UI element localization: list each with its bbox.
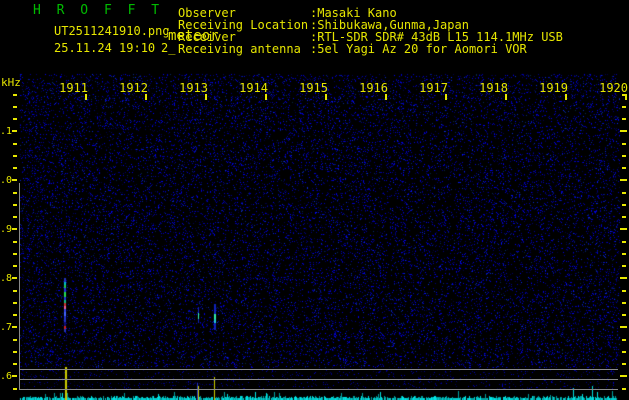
time-label: 1915 bbox=[299, 81, 328, 95]
freq-tick-right bbox=[622, 290, 626, 292]
freq-tick-left bbox=[12, 375, 17, 377]
freq-tick-left bbox=[13, 363, 17, 365]
time-label: 1912 bbox=[119, 81, 148, 95]
freq-tick-left bbox=[13, 192, 17, 194]
time-label: 1913 bbox=[179, 81, 208, 95]
freq-label: 0.7 bbox=[0, 322, 12, 333]
freq-tick-left bbox=[13, 118, 17, 120]
freq-tick-right bbox=[622, 192, 626, 194]
freq-tick-right bbox=[622, 265, 626, 267]
field-receiver: Receiver :RTL-SDR SDR# 43dB L15 114.1MHz… bbox=[0, 30, 629, 44]
freq-label: 0.6 bbox=[0, 371, 12, 382]
field-receiving-antenna-value: :5el Yagi Az 20 for Aomori VOR bbox=[310, 42, 527, 56]
freq-tick-right bbox=[620, 228, 627, 230]
freq-tick-left bbox=[13, 155, 17, 157]
freq-tick-left bbox=[13, 314, 17, 316]
freq-tick-right bbox=[622, 155, 626, 157]
time-label: 1916 bbox=[359, 81, 388, 95]
freq-tick-right bbox=[622, 302, 626, 304]
freq-tick-right bbox=[622, 106, 626, 108]
freq-tick-right bbox=[622, 363, 626, 365]
freq-tick-left bbox=[13, 241, 17, 243]
freq-label: 1.1 bbox=[0, 126, 12, 137]
freq-tick-left bbox=[13, 106, 17, 108]
strip-line-bottom bbox=[19, 389, 618, 390]
freq-tick-left bbox=[13, 204, 17, 206]
freq-tick-left bbox=[12, 277, 17, 279]
field-receiving-location: Receiving Location :Shibukawa,Gunma,Japa… bbox=[0, 18, 629, 32]
freq-label: 0.9 bbox=[0, 224, 12, 235]
strip-line-middle bbox=[19, 379, 618, 380]
freq-tick-right bbox=[622, 241, 626, 243]
freq-tick-right bbox=[622, 388, 626, 390]
freq-tick-left bbox=[13, 253, 17, 255]
freq-tick-left bbox=[13, 339, 17, 341]
freq-tick-right bbox=[622, 351, 626, 353]
time-label: 1918 bbox=[479, 81, 508, 95]
freq-tick-right bbox=[620, 179, 627, 181]
freq-tick-right bbox=[622, 339, 626, 341]
time-label: 1911 bbox=[59, 81, 88, 95]
freq-tick-left bbox=[13, 388, 17, 390]
freq-tick-left bbox=[12, 228, 17, 230]
freq-tick-right bbox=[620, 326, 627, 328]
field-receiving-antenna-label: Receiving antenna bbox=[178, 42, 301, 56]
freq-tick-left bbox=[13, 94, 17, 96]
hrofft-window: H R O F F T UT2511241910.png meteor 25.1… bbox=[0, 0, 629, 400]
freq-tick-right bbox=[622, 204, 626, 206]
freq-tick-left bbox=[13, 216, 17, 218]
freq-tick-right bbox=[622, 143, 626, 145]
time-label: 1914 bbox=[239, 81, 268, 95]
freq-tick-left bbox=[12, 326, 17, 328]
freq-unit-label: kHz bbox=[1, 76, 21, 89]
freq-tick-right bbox=[620, 375, 627, 377]
freq-tick-left bbox=[13, 302, 17, 304]
freq-tick-right bbox=[620, 277, 627, 279]
freq-label: 0.8 bbox=[0, 273, 12, 284]
time-label: 1919 bbox=[539, 81, 568, 95]
field-observer: Observer :Masaki Kano bbox=[0, 6, 629, 20]
freq-tick-left bbox=[13, 167, 17, 169]
freq-tick-right bbox=[622, 216, 626, 218]
freq-tick-right bbox=[620, 130, 627, 132]
freq-tick-left bbox=[12, 179, 17, 181]
freq-tick-right bbox=[622, 118, 626, 120]
freq-tick-right bbox=[622, 167, 626, 169]
freq-tick-left bbox=[13, 351, 17, 353]
freq-tick-right bbox=[622, 314, 626, 316]
time-label: 1920 bbox=[599, 81, 628, 95]
freq-tick-left bbox=[13, 265, 17, 267]
freq-tick-left bbox=[13, 290, 17, 292]
strip-line-top bbox=[19, 369, 618, 370]
time-label: 1917 bbox=[419, 81, 448, 95]
plot-left-border bbox=[19, 183, 20, 390]
spectrogram-canvas bbox=[0, 0, 629, 400]
field-receiving-antenna: Receiving antenna :5el Yagi Az 20 for Ao… bbox=[0, 42, 629, 56]
freq-tick-left bbox=[12, 130, 17, 132]
freq-tick-left bbox=[13, 143, 17, 145]
freq-tick-right bbox=[622, 253, 626, 255]
freq-label: 1.0 bbox=[0, 175, 12, 186]
